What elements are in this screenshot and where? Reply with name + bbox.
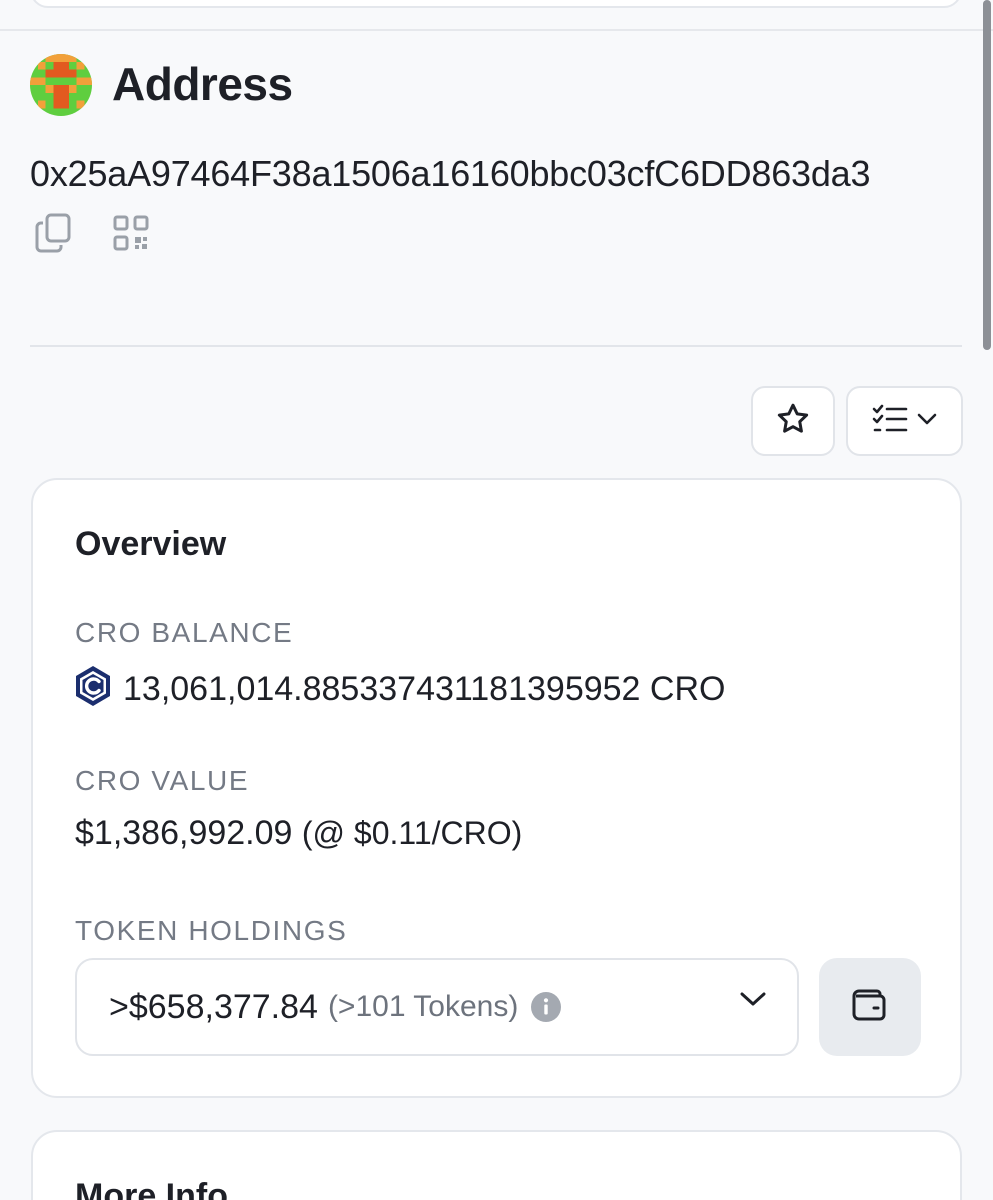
star-icon bbox=[775, 401, 811, 442]
section-divider bbox=[30, 345, 962, 347]
token-holdings-label: TOKEN HOLDINGS bbox=[75, 915, 348, 946]
cro-logo-icon bbox=[73, 664, 113, 713]
cro-value-label: CRO VALUE bbox=[75, 765, 250, 796]
cro-price-rate: (@ $0.11/CRO) bbox=[301, 815, 523, 851]
token-holdings-count: (>101 Tokens) bbox=[327, 990, 519, 1023]
address-hash: 0x25aA97464F38a1506a16160bbc03cfC6DD863d… bbox=[30, 153, 871, 194]
wallet-icon bbox=[850, 988, 890, 1027]
wallet-button[interactable] bbox=[819, 958, 921, 1056]
copy-icon bbox=[33, 212, 73, 259]
token-holdings-value: >$658,377.84 bbox=[109, 988, 318, 1026]
chevron-down-icon bbox=[739, 990, 767, 1013]
more-info-card: More Info bbox=[31, 1130, 962, 1200]
more-options-dropdown[interactable] bbox=[846, 386, 963, 456]
scrollbar-thumb[interactable] bbox=[983, 0, 991, 350]
cro-value-amount: $1,386,992.09 bbox=[75, 814, 293, 852]
info-icon[interactable] bbox=[530, 991, 562, 1023]
cro-balance-label: CRO BALANCE bbox=[75, 617, 294, 648]
overview-card: Overview CRO BALANCE 13,061,014.88533743… bbox=[31, 478, 962, 1098]
cro-balance-value: 13,061,014.885337431181395952 CRO bbox=[123, 669, 726, 708]
top-divider bbox=[0, 29, 993, 31]
address-avatar bbox=[30, 54, 92, 116]
page-title: Address bbox=[112, 58, 293, 110]
qr-code-icon bbox=[111, 213, 151, 258]
page: Address 0x25aA97464F38a1506a16160bbc03cf… bbox=[0, 0, 993, 1200]
overview-title: Overview bbox=[75, 525, 227, 563]
checklist-icon bbox=[872, 404, 908, 439]
add-to-watchlist-button[interactable] bbox=[751, 386, 835, 456]
previous-card bbox=[30, 0, 962, 8]
cro-balance-row: 13,061,014.885337431181395952 CRO bbox=[73, 664, 725, 713]
more-info-title: More Info bbox=[75, 1177, 228, 1200]
scrollbar[interactable] bbox=[979, 0, 993, 1200]
copy-address-button[interactable] bbox=[30, 212, 76, 258]
token-holdings-dropdown[interactable]: >$658,377.84 (>101 Tokens) bbox=[75, 958, 799, 1056]
cro-value-row: $1,386,992.09 (@ $0.11/CRO) bbox=[75, 812, 522, 854]
chevron-down-icon bbox=[916, 412, 938, 431]
qr-code-button[interactable] bbox=[108, 212, 154, 258]
